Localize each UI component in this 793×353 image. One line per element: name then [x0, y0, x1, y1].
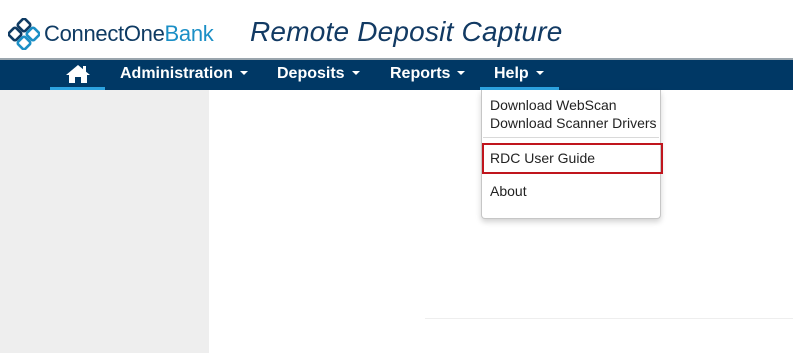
nav-administration[interactable]: Administration [120, 60, 248, 90]
menu-item-download-scanner-drivers[interactable]: Download Scanner Drivers [490, 114, 657, 132]
highlight-box [482, 143, 663, 174]
app-title: Remote Deposit Capture [250, 16, 563, 47]
caret-down-icon [351, 71, 360, 75]
menu-item-about[interactable]: About [490, 182, 527, 200]
left-sidebar-panel [0, 90, 209, 353]
nav-help[interactable]: Help [480, 60, 559, 90]
help-dropdown-menu: Download WebScan Download Scanner Driver… [481, 90, 663, 219]
page-header: ConnectOneBank Remote Deposit Capture [0, 0, 793, 58]
bank-logo[interactable]: ConnectOneBank [8, 18, 214, 50]
logo-text: ConnectOneBank [44, 21, 214, 46]
main-navbar: Administration Deposits Reports Help [0, 58, 793, 90]
caret-down-icon [457, 71, 466, 75]
nav-deposits[interactable]: Deposits [277, 60, 360, 90]
nav-home-button[interactable] [50, 60, 105, 90]
caret-down-icon [535, 71, 544, 75]
nav-reports[interactable]: Reports [390, 60, 466, 90]
menu-item-download-webscan[interactable]: Download WebScan [490, 96, 617, 114]
content-divider [425, 318, 793, 319]
menu-separator [483, 137, 659, 138]
caret-down-icon [239, 71, 248, 75]
logo-mark-icon [8, 18, 40, 50]
home-icon [65, 65, 90, 83]
